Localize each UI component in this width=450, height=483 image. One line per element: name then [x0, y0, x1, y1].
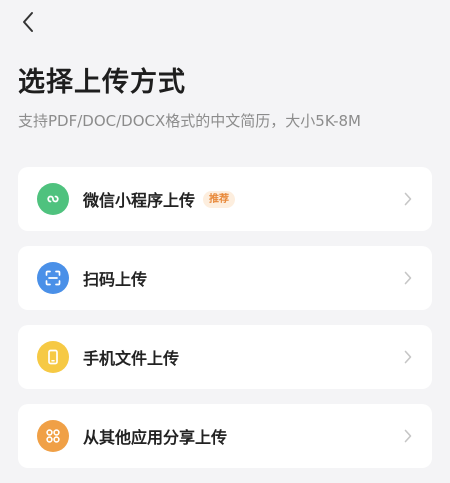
chevron-left-icon [23, 12, 33, 32]
scan-icon [37, 262, 69, 294]
apps-icon [37, 420, 69, 452]
phone-icon [37, 341, 69, 373]
chevron-right-icon [402, 271, 414, 285]
chevron-right-icon [402, 192, 414, 206]
chevron-right-icon [402, 350, 414, 364]
page-title: 选择上传方式 [18, 67, 186, 98]
option-label: 从其他应用分享上传 [83, 428, 228, 447]
option-label: 微信小程序上传 推荐 [83, 187, 236, 211]
page-subtitle: 支持PDF/DOC/DOCX格式的中文简历，大小5K-8M [18, 112, 361, 130]
chevron-right-icon [402, 429, 414, 443]
option-label: 手机文件上传 [83, 349, 180, 368]
option-phone-file-upload[interactable]: 手机文件上传 [18, 325, 432, 389]
recommend-badge: 推荐 [203, 190, 236, 208]
option-wechat-miniprogram[interactable]: 微信小程序上传 推荐 [18, 167, 432, 231]
option-share-from-apps[interactable]: 从其他应用分享上传 [18, 404, 432, 468]
mini-program-icon [37, 183, 69, 215]
option-scan-upload[interactable]: 扫码上传 [18, 246, 432, 310]
back-button[interactable] [14, 8, 42, 36]
upload-options-list: 微信小程序上传 推荐 扫码上传 手机文件上传 从其他应用分享上传 [18, 167, 432, 483]
option-label: 扫码上传 [83, 270, 148, 289]
